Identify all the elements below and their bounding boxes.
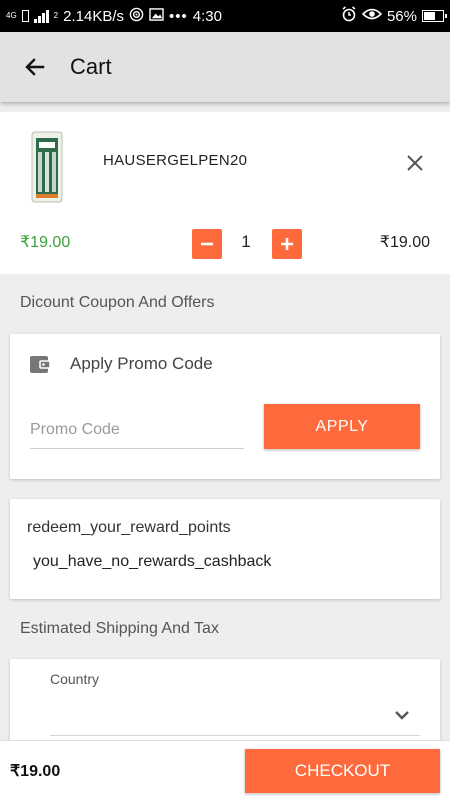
alarm-icon — [341, 6, 357, 26]
image-icon — [149, 7, 164, 25]
battery-icon — [422, 10, 447, 22]
country-label: Country — [50, 671, 100, 687]
shipping-section-heading: Estimated Shipping And Tax — [20, 620, 219, 637]
wallet-icon — [28, 352, 52, 376]
country-dropdown[interactable] — [50, 695, 420, 736]
page-title: Cart — [70, 54, 112, 79]
reward-points-message: you_have_no_rewards_cashback — [33, 553, 272, 570]
status-bar-right: 56% — [341, 6, 447, 26]
increase-quantity-button[interactable] — [272, 229, 302, 259]
status-bar-left: 4G 2 2.14KB/s ••• 4:30 — [6, 7, 222, 26]
product-thumbnail — [31, 131, 63, 203]
plus-icon — [281, 238, 293, 250]
cart-item: HAUSERGELPEN20 ₹19.00 1 ₹19.00 — [0, 112, 450, 274]
unit-price: ₹19.00 — [20, 234, 71, 251]
minus-icon — [201, 242, 213, 246]
chevron-down-icon — [395, 711, 409, 720]
coupon-section-heading: Dicount Coupon And Offers — [20, 294, 215, 311]
sim-icon — [21, 10, 29, 22]
network-speed: 2.14KB/s — [63, 7, 124, 25]
line-total: ₹19.00 — [379, 234, 430, 251]
promo-code-card: Apply Promo Code APPLY — [10, 334, 440, 479]
more-notifications-icon: ••• — [169, 7, 188, 25]
back-button[interactable] — [12, 44, 58, 90]
network-type: 4G — [6, 11, 17, 20]
product-image[interactable] — [24, 130, 70, 204]
quantity-value: 1 — [241, 232, 251, 251]
reward-points-title: redeem_your_reward_points — [27, 519, 231, 536]
reward-points-card: redeem_your_reward_points you_have_no_re… — [10, 499, 440, 599]
close-icon — [407, 155, 423, 171]
remove-item-button[interactable] — [400, 148, 430, 178]
apply-promo-title: Apply Promo Code — [70, 354, 213, 373]
status-bar: 4G 2 2.14KB/s ••• 4:30 56% — [0, 0, 450, 32]
app-bar: Cart — [0, 32, 450, 102]
eye-icon — [361, 7, 383, 25]
cart-total: ₹19.00 — [10, 763, 61, 780]
clock-time: 4:30 — [192, 7, 222, 25]
checkout-bar: ₹19.00 CHECKOUT — [0, 740, 450, 801]
sim-slot: 2 — [53, 11, 59, 20]
battery-percent: 56% — [386, 7, 417, 25]
decrease-quantity-button[interactable] — [192, 229, 222, 259]
signal-icon — [33, 9, 49, 23]
arrow-left-icon — [25, 58, 45, 76]
hotspot-icon — [129, 7, 144, 26]
product-name[interactable]: HAUSERGELPEN20 — [103, 152, 247, 169]
battery-level — [424, 12, 436, 20]
apply-button[interactable]: APPLY — [264, 404, 420, 449]
promo-code-input[interactable] — [30, 412, 244, 449]
checkout-button[interactable]: CHECKOUT — [245, 749, 440, 793]
